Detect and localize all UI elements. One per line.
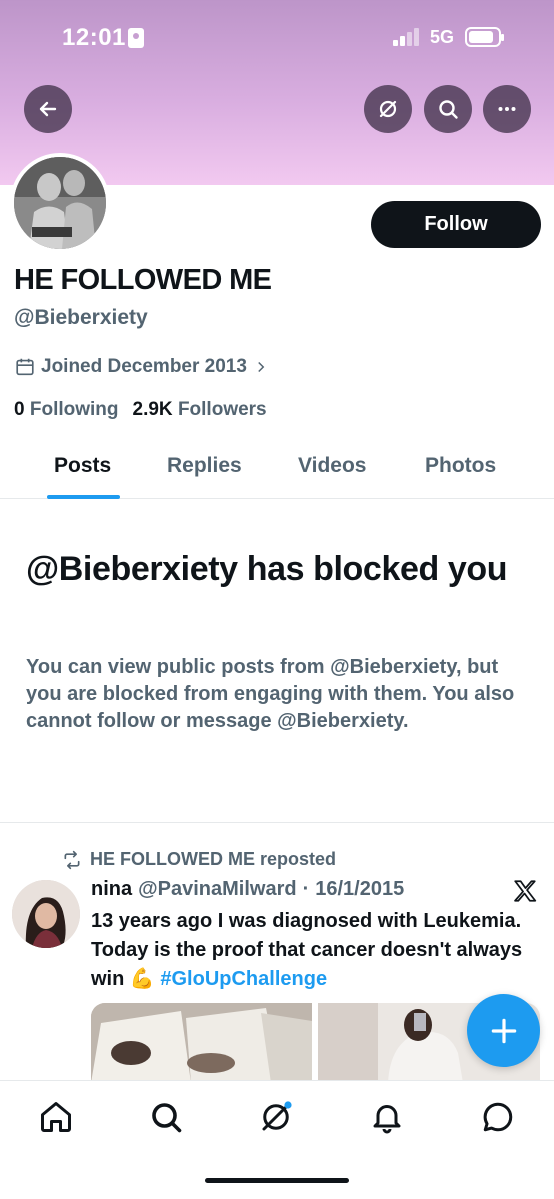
chevron-right-icon	[258, 361, 265, 373]
blocked-description: You can view public posts from @Bieberxi…	[26, 656, 515, 732]
display-name: HE FOLLOWED ME	[14, 264, 272, 296]
tab-photos[interactable]: Photos	[425, 454, 496, 478]
plus-icon	[491, 1018, 516, 1043]
follow-stats: 0 Following 2.9K Followers	[14, 399, 267, 421]
more-button[interactable]	[483, 85, 531, 133]
status-bar: 12:01 5G	[0, 0, 554, 75]
post-text: 13 years ago I was diagnosed with Leukem…	[91, 907, 531, 994]
more-horizontal-icon	[498, 107, 516, 111]
calendar-icon	[16, 358, 34, 376]
repost-icon	[64, 850, 80, 869]
muscle-emoji: 💪	[129, 968, 155, 990]
x-logo-icon	[514, 880, 537, 902]
grok-button[interactable]	[364, 85, 412, 133]
joined-date: Joined December 2013	[41, 356, 247, 377]
grok-icon	[262, 1101, 292, 1131]
active-tab-indicator	[47, 495, 120, 499]
compose-button[interactable]	[467, 994, 540, 1067]
post-author-handle[interactable]: @PavinaMilward	[138, 878, 296, 901]
repost-indicator[interactable]: HE FOLLOWED ME reposted	[62, 849, 336, 870]
post-media-1[interactable]	[91, 1003, 312, 1083]
followers-label: Followers	[177, 399, 267, 420]
nav-home[interactable]	[38, 1099, 74, 1135]
following-link[interactable]: 0 Following	[14, 399, 119, 421]
search-button[interactable]	[424, 85, 472, 133]
following-count: 0	[14, 399, 25, 420]
profile-handle: @Bieberxiety	[14, 306, 148, 329]
signal-icon	[393, 28, 421, 46]
messages-icon	[483, 1102, 513, 1132]
tab-posts[interactable]: Posts	[54, 454, 111, 478]
search-icon	[152, 1103, 182, 1133]
nav-grok[interactable]	[258, 1099, 294, 1135]
battery-icon	[465, 27, 504, 47]
repost-label: HE FOLLOWED ME reposted	[90, 849, 337, 869]
post-avatar-image	[12, 880, 80, 948]
tab-replies[interactable]: Replies	[167, 454, 242, 478]
section-divider	[0, 822, 554, 823]
post-hashtag[interactable]: #GloUpChallenge	[160, 968, 327, 990]
followers-count: 2.9K	[132, 399, 173, 420]
post-date[interactable]: 16/1/2015	[315, 878, 404, 901]
id-badge-icon	[128, 28, 144, 48]
status-time: 12:01	[62, 24, 126, 51]
nav-search[interactable]	[148, 1099, 184, 1135]
arrow-left-icon	[39, 101, 57, 117]
home-indicator	[205, 1178, 349, 1183]
network-label: 5G	[430, 27, 455, 47]
post-media-1-image	[91, 1003, 312, 1083]
notifications-icon	[373, 1105, 401, 1134]
followers-link[interactable]: 2.9K Followers	[133, 399, 267, 421]
post-author-avatar[interactable]	[12, 880, 80, 948]
nav-notifications[interactable]	[369, 1099, 405, 1135]
avatar-image	[14, 157, 106, 249]
profile-tabs: Posts Replies Videos Photos	[0, 440, 554, 499]
joined-row[interactable]: Joined December 2013	[14, 356, 270, 378]
following-label: Following	[29, 399, 119, 420]
profile-avatar[interactable]	[10, 153, 110, 253]
post-separator: ·	[302, 878, 310, 900]
post-header: nina @PavinaMilward · 16/1/2015	[91, 878, 404, 901]
slash-circle-icon	[379, 100, 397, 118]
home-icon	[41, 1102, 71, 1132]
search-icon	[439, 100, 458, 119]
follow-button[interactable]: Follow	[371, 201, 541, 248]
nav-messages[interactable]	[480, 1099, 516, 1135]
blocked-title: @Bieberxiety has blocked you	[26, 550, 508, 588]
tab-videos[interactable]: Videos	[298, 454, 366, 478]
post-author-name[interactable]: nina	[91, 878, 132, 901]
back-button[interactable]	[24, 85, 72, 133]
